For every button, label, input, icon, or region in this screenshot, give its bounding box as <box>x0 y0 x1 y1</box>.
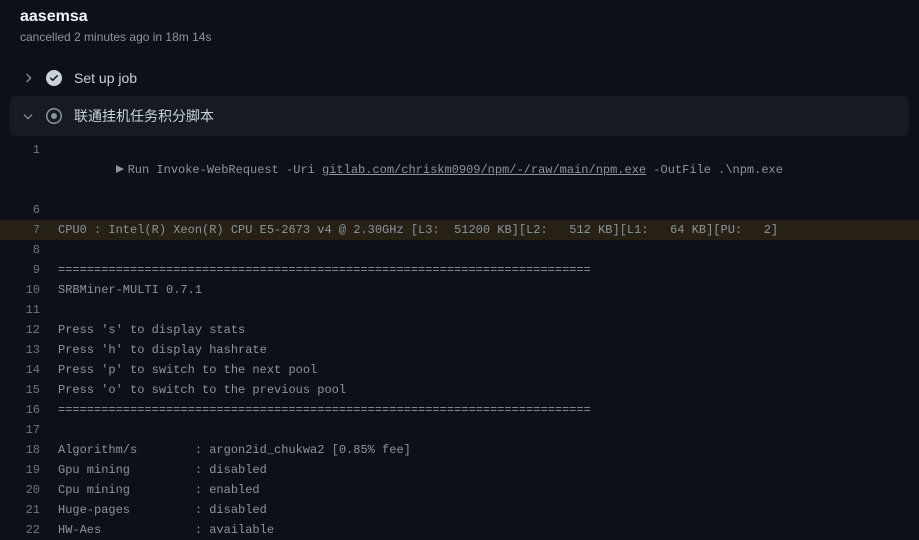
line-number: 12 <box>10 320 58 340</box>
log-line[interactable]: 20Cpu mining : enabled <box>0 480 919 500</box>
workflow-title: aasemsa <box>20 8 899 26</box>
log-run-line[interactable]: 1 Run Invoke-WebRequest -Uri gitlab.com/… <box>0 140 919 200</box>
log-line[interactable]: 9=======================================… <box>0 260 919 280</box>
step-label: Set up job <box>74 70 137 86</box>
log-line[interactable]: 19Gpu mining : disabled <box>0 460 919 480</box>
line-content: Press 's' to display stats <box>58 320 245 340</box>
workflow-header: aasemsa cancelled 2 minutes ago in 18m 1… <box>0 0 919 60</box>
step-list: Set up job 联通挂机任务积分脚本 <box>0 60 919 136</box>
line-number: 14 <box>10 360 58 380</box>
log-line[interactable]: 7CPU0 : Intel(R) Xeon(R) CPU E5-2673 v4 … <box>0 220 919 240</box>
line-number: 10 <box>10 280 58 300</box>
workflow-status-line: cancelled 2 minutes ago in 18m 14s <box>20 30 899 44</box>
line-content: Gpu mining : disabled <box>58 460 267 480</box>
line-content: Huge-pages : disabled <box>58 500 267 520</box>
line-number: 16 <box>10 400 58 420</box>
line-content: Press 'p' to switch to the next pool <box>58 360 317 380</box>
step-label: 联通挂机任务积分脚本 <box>74 106 214 126</box>
line-content: Press 'h' to display hashrate <box>58 340 267 360</box>
run-command-prefix: Run Invoke-WebRequest -Uri <box>128 160 322 180</box>
line-content: SRBMiner-MULTI 0.7.1 <box>58 280 202 300</box>
caret-right-icon <box>58 140 124 200</box>
check-circle-icon <box>46 70 62 86</box>
run-command-link[interactable]: gitlab.com/chriskm0909/npm/-/raw/main/np… <box>322 160 646 180</box>
line-number: 9 <box>10 260 58 280</box>
line-content: Press 'o' to switch to the previous pool <box>58 380 346 400</box>
step-setup-job[interactable]: Set up job <box>10 60 909 96</box>
line-content: ========================================… <box>58 260 591 280</box>
line-number: 11 <box>10 300 58 320</box>
log-line[interactable]: 18Algorithm/s : argon2id_chukwa2 [0.85% … <box>0 440 919 460</box>
log-output: 1 Run Invoke-WebRequest -Uri gitlab.com/… <box>0 136 919 540</box>
line-number: 15 <box>10 380 58 400</box>
line-content: Algorithm/s : argon2id_chukwa2 [0.85% fe… <box>58 440 411 460</box>
log-line[interactable]: 21Huge-pages : disabled <box>0 500 919 520</box>
line-content: Cpu mining : enabled <box>58 480 260 500</box>
log-line[interactable]: 15Press 'o' to switch to the previous po… <box>0 380 919 400</box>
line-content: Run Invoke-WebRequest -Uri gitlab.com/ch… <box>58 140 783 200</box>
line-number: 20 <box>10 480 58 500</box>
line-content: HW-Aes : available <box>58 520 274 540</box>
line-number: 1 <box>10 140 58 200</box>
line-number: 22 <box>10 520 58 540</box>
line-number: 19 <box>10 460 58 480</box>
step-script[interactable]: 联通挂机任务积分脚本 <box>10 96 909 136</box>
line-content: ========================================… <box>58 400 591 420</box>
log-line[interactable]: 22HW-Aes : available <box>0 520 919 540</box>
line-number: 6 <box>10 200 58 220</box>
chevron-down-icon <box>20 108 36 124</box>
log-line[interactable]: 6 <box>0 200 919 220</box>
line-number: 7 <box>10 220 58 240</box>
line-number: 8 <box>10 240 58 260</box>
line-number: 17 <box>10 420 58 440</box>
log-line[interactable]: 16======================================… <box>0 400 919 420</box>
log-line[interactable]: 13Press 'h' to display hashrate <box>0 340 919 360</box>
stop-circle-icon <box>46 108 62 124</box>
run-command-suffix: -OutFile .\npm.exe <box>646 160 783 180</box>
log-line[interactable]: 12Press 's' to display stats <box>0 320 919 340</box>
log-line[interactable]: 10SRBMiner-MULTI 0.7.1 <box>0 280 919 300</box>
log-line[interactable]: 17 <box>0 420 919 440</box>
line-content: CPU0 : Intel(R) Xeon(R) CPU E5-2673 v4 @… <box>58 220 778 240</box>
line-number: 21 <box>10 500 58 520</box>
line-number: 13 <box>10 340 58 360</box>
log-line[interactable]: 14Press 'p' to switch to the next pool <box>0 360 919 380</box>
log-line[interactable]: 8 <box>0 240 919 260</box>
line-number: 18 <box>10 440 58 460</box>
log-line[interactable]: 11 <box>0 300 919 320</box>
chevron-right-icon <box>20 70 36 86</box>
